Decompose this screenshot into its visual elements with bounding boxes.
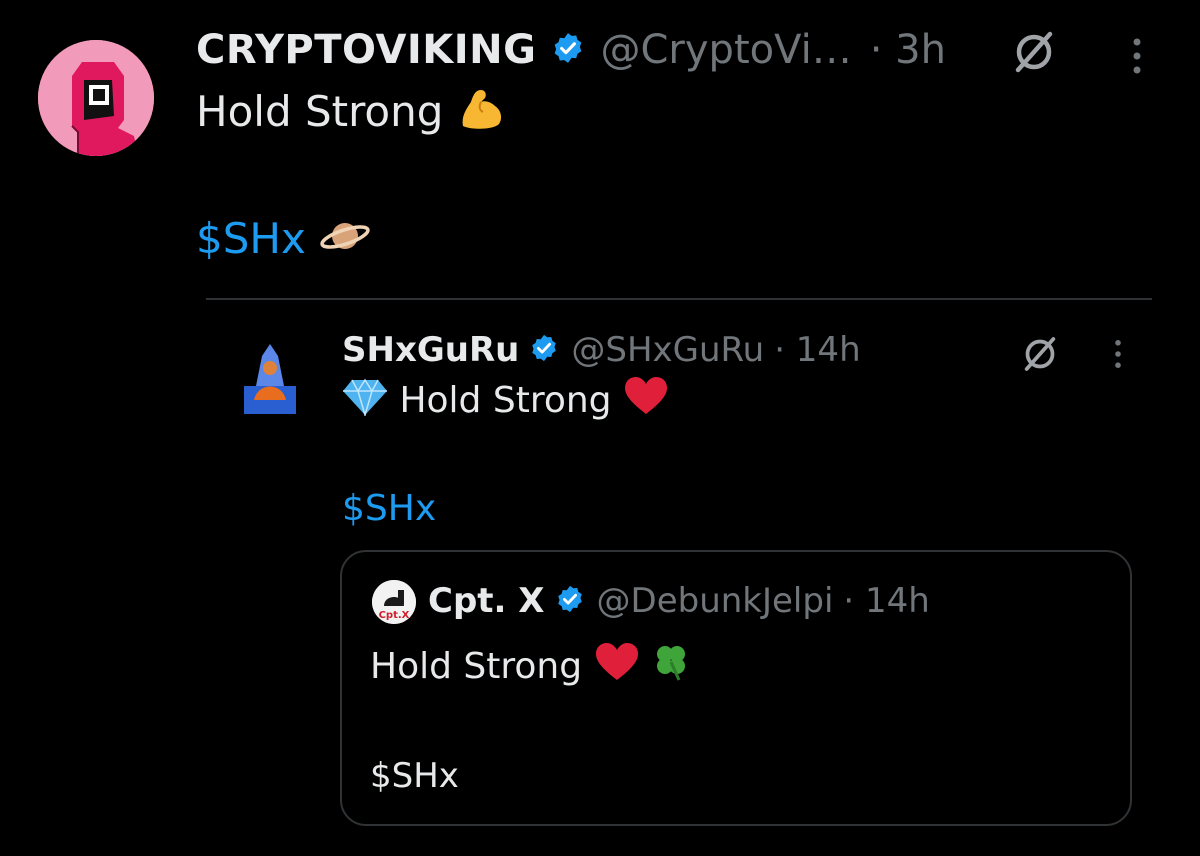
quoted-tweet-header: Cpt. X @DebunkJelpi · 14h bbox=[428, 576, 930, 626]
gem-stone-icon bbox=[342, 378, 388, 425]
avatar-cpt-x[interactable]: Cpt.X bbox=[372, 580, 416, 624]
cpt-x-logo-text: Cpt.X bbox=[379, 610, 410, 621]
display-name[interactable]: Cpt. X bbox=[428, 581, 545, 621]
cashtag-line: $SHx bbox=[342, 488, 436, 529]
tweet-text: Hold Strong bbox=[342, 376, 669, 425]
reply-tweet-header: SHxGuRu @SHxGuRu · 14h bbox=[342, 326, 861, 374]
more-options-icon[interactable] bbox=[1127, 36, 1147, 80]
divider bbox=[206, 298, 1152, 300]
cashtag-text[interactable]: $SHx bbox=[370, 756, 459, 796]
cashtag-link[interactable]: $SHx bbox=[196, 214, 306, 263]
cashtag-line: $SHx bbox=[370, 756, 459, 796]
cashtag-line: $SHx bbox=[196, 214, 371, 267]
tweet-text: Hold Strong bbox=[196, 86, 505, 140]
red-heart-icon bbox=[623, 376, 669, 425]
handle[interactable]: @CryptoVi… bbox=[601, 27, 852, 73]
timestamp[interactable]: · 14h bbox=[843, 581, 929, 621]
avatar-shxguru[interactable] bbox=[244, 342, 296, 418]
grok-icon[interactable] bbox=[1010, 28, 1058, 80]
ringed-planet-icon bbox=[319, 215, 371, 267]
flexed-biceps-icon bbox=[457, 86, 505, 140]
tweet-text-content: Hold Strong bbox=[399, 380, 612, 421]
verified-badge-icon bbox=[551, 31, 585, 69]
pixel-character-avatar-image bbox=[38, 40, 154, 156]
tweet-text: Hold Strong bbox=[370, 642, 691, 691]
display-name[interactable]: CRYPTOVIKING bbox=[196, 27, 537, 73]
display-name[interactable]: SHxGuRu bbox=[342, 330, 519, 370]
red-heart-icon bbox=[594, 642, 640, 691]
timestamp[interactable]: · 14h bbox=[774, 330, 860, 370]
meditating-figure-avatar-image bbox=[244, 344, 296, 414]
tweet-text-content: Hold Strong bbox=[196, 87, 444, 136]
grok-icon[interactable] bbox=[1020, 334, 1060, 378]
cashtag-link[interactable]: $SHx bbox=[342, 488, 436, 529]
main-tweet-header: CRYPTOVIKING @CryptoVi… · 3h bbox=[196, 22, 946, 78]
four-leaf-clover-icon bbox=[651, 642, 691, 691]
verified-badge-icon bbox=[529, 333, 559, 367]
timestamp[interactable]: · 3h bbox=[870, 27, 946, 73]
avatar-cryptoviking[interactable] bbox=[38, 40, 154, 156]
handle[interactable]: @SHxGuRu bbox=[571, 330, 764, 370]
verified-badge-icon bbox=[555, 584, 585, 618]
more-options-icon[interactable] bbox=[1110, 338, 1126, 374]
handle[interactable]: @DebunkJelpi bbox=[597, 581, 834, 621]
cpt-x-logo-image: Cpt.X bbox=[372, 580, 416, 624]
tweet-text-content: Hold Strong bbox=[370, 646, 583, 687]
